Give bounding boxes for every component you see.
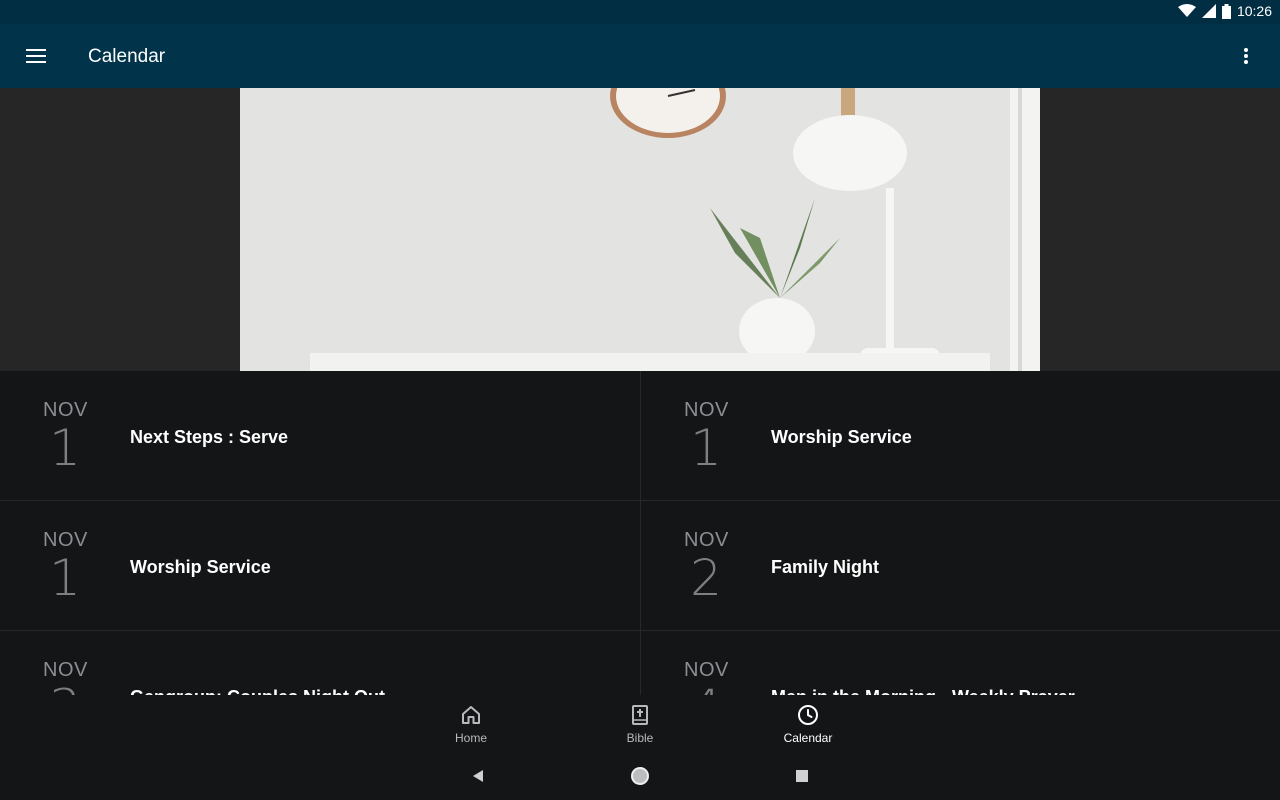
recents-button[interactable]: [791, 765, 813, 787]
back-icon: [473, 770, 483, 782]
event-card[interactable]: NOV 2 Family Night: [640, 501, 1280, 631]
hero-image: [240, 88, 1040, 371]
event-title: Men in the Morning - Weekly Prayer: [771, 687, 1075, 695]
event-title: Worship Service: [130, 557, 271, 577]
home-circle-icon: [631, 767, 649, 785]
hamburger-icon: [26, 49, 46, 63]
app-bar: Calendar: [0, 24, 1280, 88]
event-title: Next Steps : Serve: [130, 427, 289, 447]
event-day: 2: [690, 549, 722, 607]
nav-bible[interactable]: Bible: [590, 703, 690, 745]
event-day: 1: [49, 419, 81, 477]
back-button[interactable]: [467, 765, 489, 787]
nav-home-label: Home: [454, 731, 487, 745]
event-card[interactable]: NOV 3 Gengroup: Couples Night Out: [0, 631, 640, 695]
status-icons: 10:26: [1177, 3, 1272, 19]
nav-home[interactable]: Home: [421, 703, 521, 745]
home-system-button[interactable]: [629, 765, 651, 787]
bottom-navigation: Home Bible Calendar: [0, 695, 1280, 752]
event-day: 1: [49, 549, 81, 607]
wifi-icon: [1177, 4, 1196, 17]
nav-bible-label: Bible: [626, 731, 654, 745]
status-bar: 10:26: [0, 0, 1280, 24]
system-navigation-bar: [0, 752, 1280, 800]
event-card[interactable]: NOV 1 Worship Service: [640, 371, 1280, 501]
overflow-menu-button[interactable]: [1228, 40, 1264, 72]
nav-calendar-label: Calendar: [783, 731, 833, 745]
event-list: NOV 1 Next Steps : Serve NOV 1 Worship S…: [0, 371, 1280, 695]
menu-button[interactable]: [16, 40, 56, 72]
event-day: 1: [690, 419, 722, 477]
event-day: 4: [681, 679, 731, 695]
event-title: Family Night: [771, 557, 880, 577]
nav-calendar[interactable]: Calendar: [758, 703, 858, 745]
bible-icon: [632, 705, 648, 725]
event-day: 3: [40, 679, 90, 695]
event-title: Worship Service: [771, 427, 912, 447]
clock-icon: [798, 705, 818, 725]
status-time: 10:26: [1236, 3, 1272, 19]
page-title: Calendar: [88, 46, 166, 67]
signal-icon: [1201, 4, 1216, 18]
battery-icon: [1221, 3, 1231, 19]
event-card[interactable]: NOV 4 Men in the Morning - Weekly Prayer: [640, 631, 1280, 695]
event-card[interactable]: NOV 1 Next Steps : Serve: [0, 371, 640, 501]
event-card[interactable]: NOV 1 Worship Service: [0, 501, 640, 631]
hero-banner: [0, 88, 1280, 371]
event-title: Gengroup: Couples Night Out: [130, 687, 385, 695]
more-vert-icon: [1244, 48, 1248, 64]
recents-icon: [796, 770, 808, 782]
home-icon: [462, 706, 480, 724]
